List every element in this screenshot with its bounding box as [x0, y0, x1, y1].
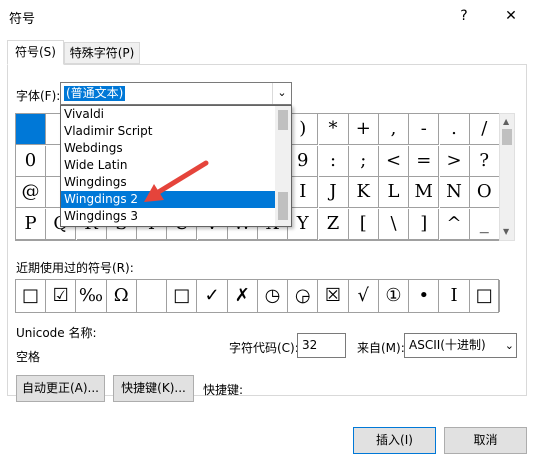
close-button[interactable]: ✕ — [499, 4, 523, 28]
recent-symbols-row: □ ☑ ‰ Ω □ ✓ ✗ ◷ ◶ ☒ √ ① • Ⅰ □ — [15, 279, 500, 313]
recent-symbol-cell[interactable]: ‰ — [77, 280, 107, 312]
recent-symbols-label: 近期使用过的符号(R): — [16, 261, 134, 275]
window-title: 符号 — [9, 12, 36, 27]
recent-symbol-cell[interactable]: Ω — [107, 280, 137, 312]
recent-symbol-cell[interactable]: Ⅰ — [440, 280, 470, 312]
symbol-cell[interactable]: ] — [409, 208, 440, 240]
symbol-cell[interactable]: , — [379, 114, 409, 145]
symbol-cell[interactable]: M — [409, 177, 440, 208]
unicode-name-label: Unicode 名称: — [16, 326, 97, 340]
symbol-cell[interactable]: J — [318, 177, 349, 208]
symbol-cell[interactable]: N — [439, 177, 470, 208]
recent-symbol-cell[interactable]: ✗ — [228, 280, 258, 312]
recent-symbol-cell[interactable]: ☒ — [319, 280, 349, 312]
symbol-cell[interactable]: - — [409, 114, 440, 145]
recent-symbol-cell[interactable]: □ — [470, 280, 500, 312]
symbol-cell[interactable]: I — [288, 177, 319, 208]
symbol-cell[interactable]: 0 — [16, 145, 46, 177]
shortcut-key-label: 快捷键: — [203, 383, 244, 397]
shortcut-key-button[interactable]: 快捷键(K)... — [113, 375, 194, 402]
font-dropdown-item[interactable]: Vivaldi — [61, 106, 275, 123]
symbol-cell-selected[interactable] — [16, 114, 46, 145]
symbol-cell[interactable]: * — [318, 114, 349, 145]
dropdown-scroll-thumb-lower[interactable] — [278, 192, 288, 220]
annotation-arrow-icon — [144, 160, 209, 202]
symbol-cell[interactable]: ) — [288, 114, 319, 145]
symbol-cell[interactable]: K — [348, 177, 379, 208]
symbol-cell[interactable]: L — [379, 177, 409, 208]
tab-special-characters[interactable]: 特殊字符(P) — [64, 42, 140, 64]
symbol-cell[interactable]: _ — [469, 208, 500, 240]
symbol-cell[interactable]: > — [439, 145, 470, 177]
scroll-down-icon[interactable]: ▼ — [503, 227, 509, 236]
unicode-name-value: 空格 — [16, 350, 41, 364]
symbol-cell[interactable]: : — [318, 145, 349, 177]
font-select-value: (普通文本) — [64, 86, 126, 101]
symbol-cell[interactable]: [ — [348, 208, 379, 240]
font-dropdown-item[interactable]: Webdings — [61, 140, 275, 157]
symbol-cell[interactable]: ? — [469, 145, 500, 177]
help-button[interactable]: ? — [452, 4, 476, 28]
symbol-cell[interactable]: ^ — [439, 208, 470, 240]
font-dropdown-item[interactable]: Wingdings 3 — [61, 208, 275, 225]
symbol-cell[interactable]: Y — [288, 208, 319, 240]
insert-button[interactable]: 插入(I) — [353, 427, 436, 454]
font-dropdown-scrollbar[interactable] — [275, 106, 291, 226]
recent-symbol-cell[interactable]: √ — [349, 280, 379, 312]
symbol-cell[interactable]: \ — [379, 208, 409, 240]
symbol-cell[interactable]: = — [409, 145, 440, 177]
recent-symbol-cell[interactable]: □ — [16, 280, 46, 312]
recent-symbol-cell[interactable]: □ — [167, 280, 198, 312]
from-label: 来自(M): — [357, 341, 405, 355]
symbol-cell[interactable]: < — [379, 145, 409, 177]
recent-symbol-cell[interactable]: ① — [379, 280, 409, 312]
chevron-down-icon[interactable]: ⌄ — [505, 334, 514, 357]
scroll-thumb[interactable] — [502, 129, 512, 145]
scroll-up-icon[interactable]: ▲ — [503, 117, 509, 126]
char-code-label: 字符代码(C): — [229, 341, 299, 355]
symbol-cell[interactable]: @ — [16, 177, 46, 208]
cancel-button[interactable]: 取消 — [444, 427, 527, 454]
recent-symbol-cell[interactable]: ◶ — [288, 280, 319, 312]
dropdown-scroll-thumb[interactable] — [278, 110, 288, 130]
tab-symbols[interactable]: 符号(S) — [7, 40, 64, 65]
recent-symbol-cell[interactable]: ✓ — [198, 280, 228, 312]
symbol-grid-scrollbar[interactable]: ▲ ▼ — [499, 113, 515, 241]
recent-symbol-cell[interactable]: ◷ — [258, 280, 288, 312]
recent-symbol-cell[interactable]: ☑ — [46, 280, 77, 312]
symbol-cell[interactable]: ; — [348, 145, 379, 177]
from-select[interactable]: ASCII(十进制) ⌄ — [404, 333, 517, 358]
symbol-cell[interactable]: / — [469, 114, 500, 145]
symbol-cell[interactable]: Z — [318, 208, 349, 240]
autocorrect-button[interactable]: 自动更正(A)... — [16, 375, 105, 402]
recent-symbol-cell[interactable] — [137, 280, 167, 312]
symbol-cell[interactable]: O — [469, 177, 500, 208]
font-select[interactable]: (普通文本) ⌄ — [60, 82, 292, 105]
chevron-down-icon[interactable]: ⌄ — [272, 83, 291, 104]
char-code-input[interactable]: 32 — [297, 333, 346, 358]
from-select-value: ASCII(十进制) — [409, 338, 486, 352]
font-dropdown-item[interactable]: Vladimir Script — [61, 123, 275, 140]
recent-symbol-cell[interactable]: • — [409, 280, 440, 312]
font-label: 字体(F): — [16, 89, 61, 103]
symbol-cell[interactable]: + — [348, 114, 379, 145]
symbol-cell[interactable]: . — [439, 114, 470, 145]
symbol-cell[interactable]: P — [16, 208, 46, 240]
symbol-cell[interactable]: 9 — [288, 145, 319, 177]
